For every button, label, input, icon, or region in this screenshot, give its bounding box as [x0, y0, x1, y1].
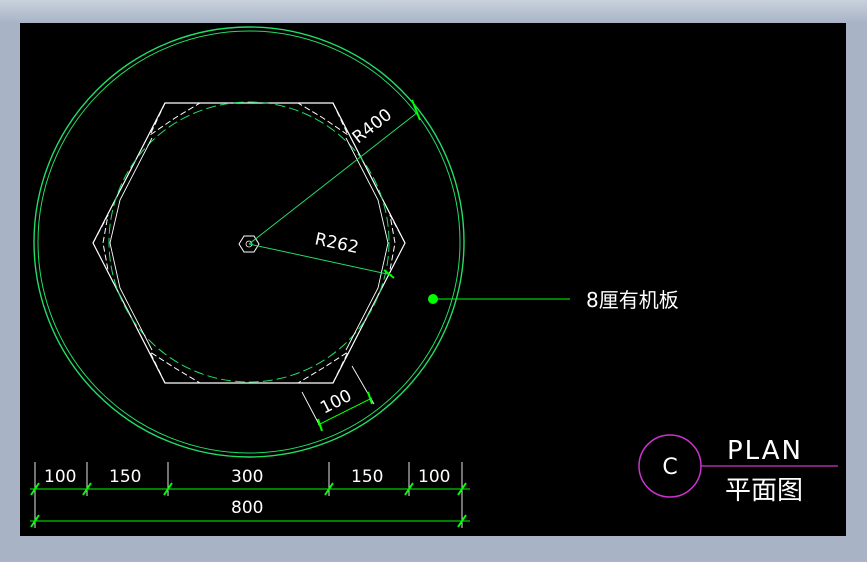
offset-label: 100: [317, 386, 355, 419]
title-plan: PLAN: [727, 436, 803, 466]
radius-inner-label: R262: [313, 229, 360, 258]
outer-circle: [33, 26, 465, 458]
dim-segment-1: 100: [44, 467, 76, 487]
title-plan-cn: 平面图: [725, 476, 803, 506]
dim-segment-2: 150: [109, 467, 141, 487]
plan-drawing: R400 R262 100 8厘有机板 100 150 300 150 100 …: [30, 26, 838, 528]
dim-segment-4: 150: [351, 467, 383, 487]
title-marker-letter: C: [662, 455, 677, 480]
dim-segment-3: 300: [231, 467, 263, 487]
radius-outer-label: R400: [349, 105, 396, 148]
dim-total: 800: [231, 498, 263, 518]
dim-segment-5: 100: [418, 467, 450, 487]
radius-outer-leader: [248, 111, 419, 245]
material-label: 8厘有机板: [586, 288, 679, 312]
outer-circle-inner-line: [37, 30, 461, 454]
